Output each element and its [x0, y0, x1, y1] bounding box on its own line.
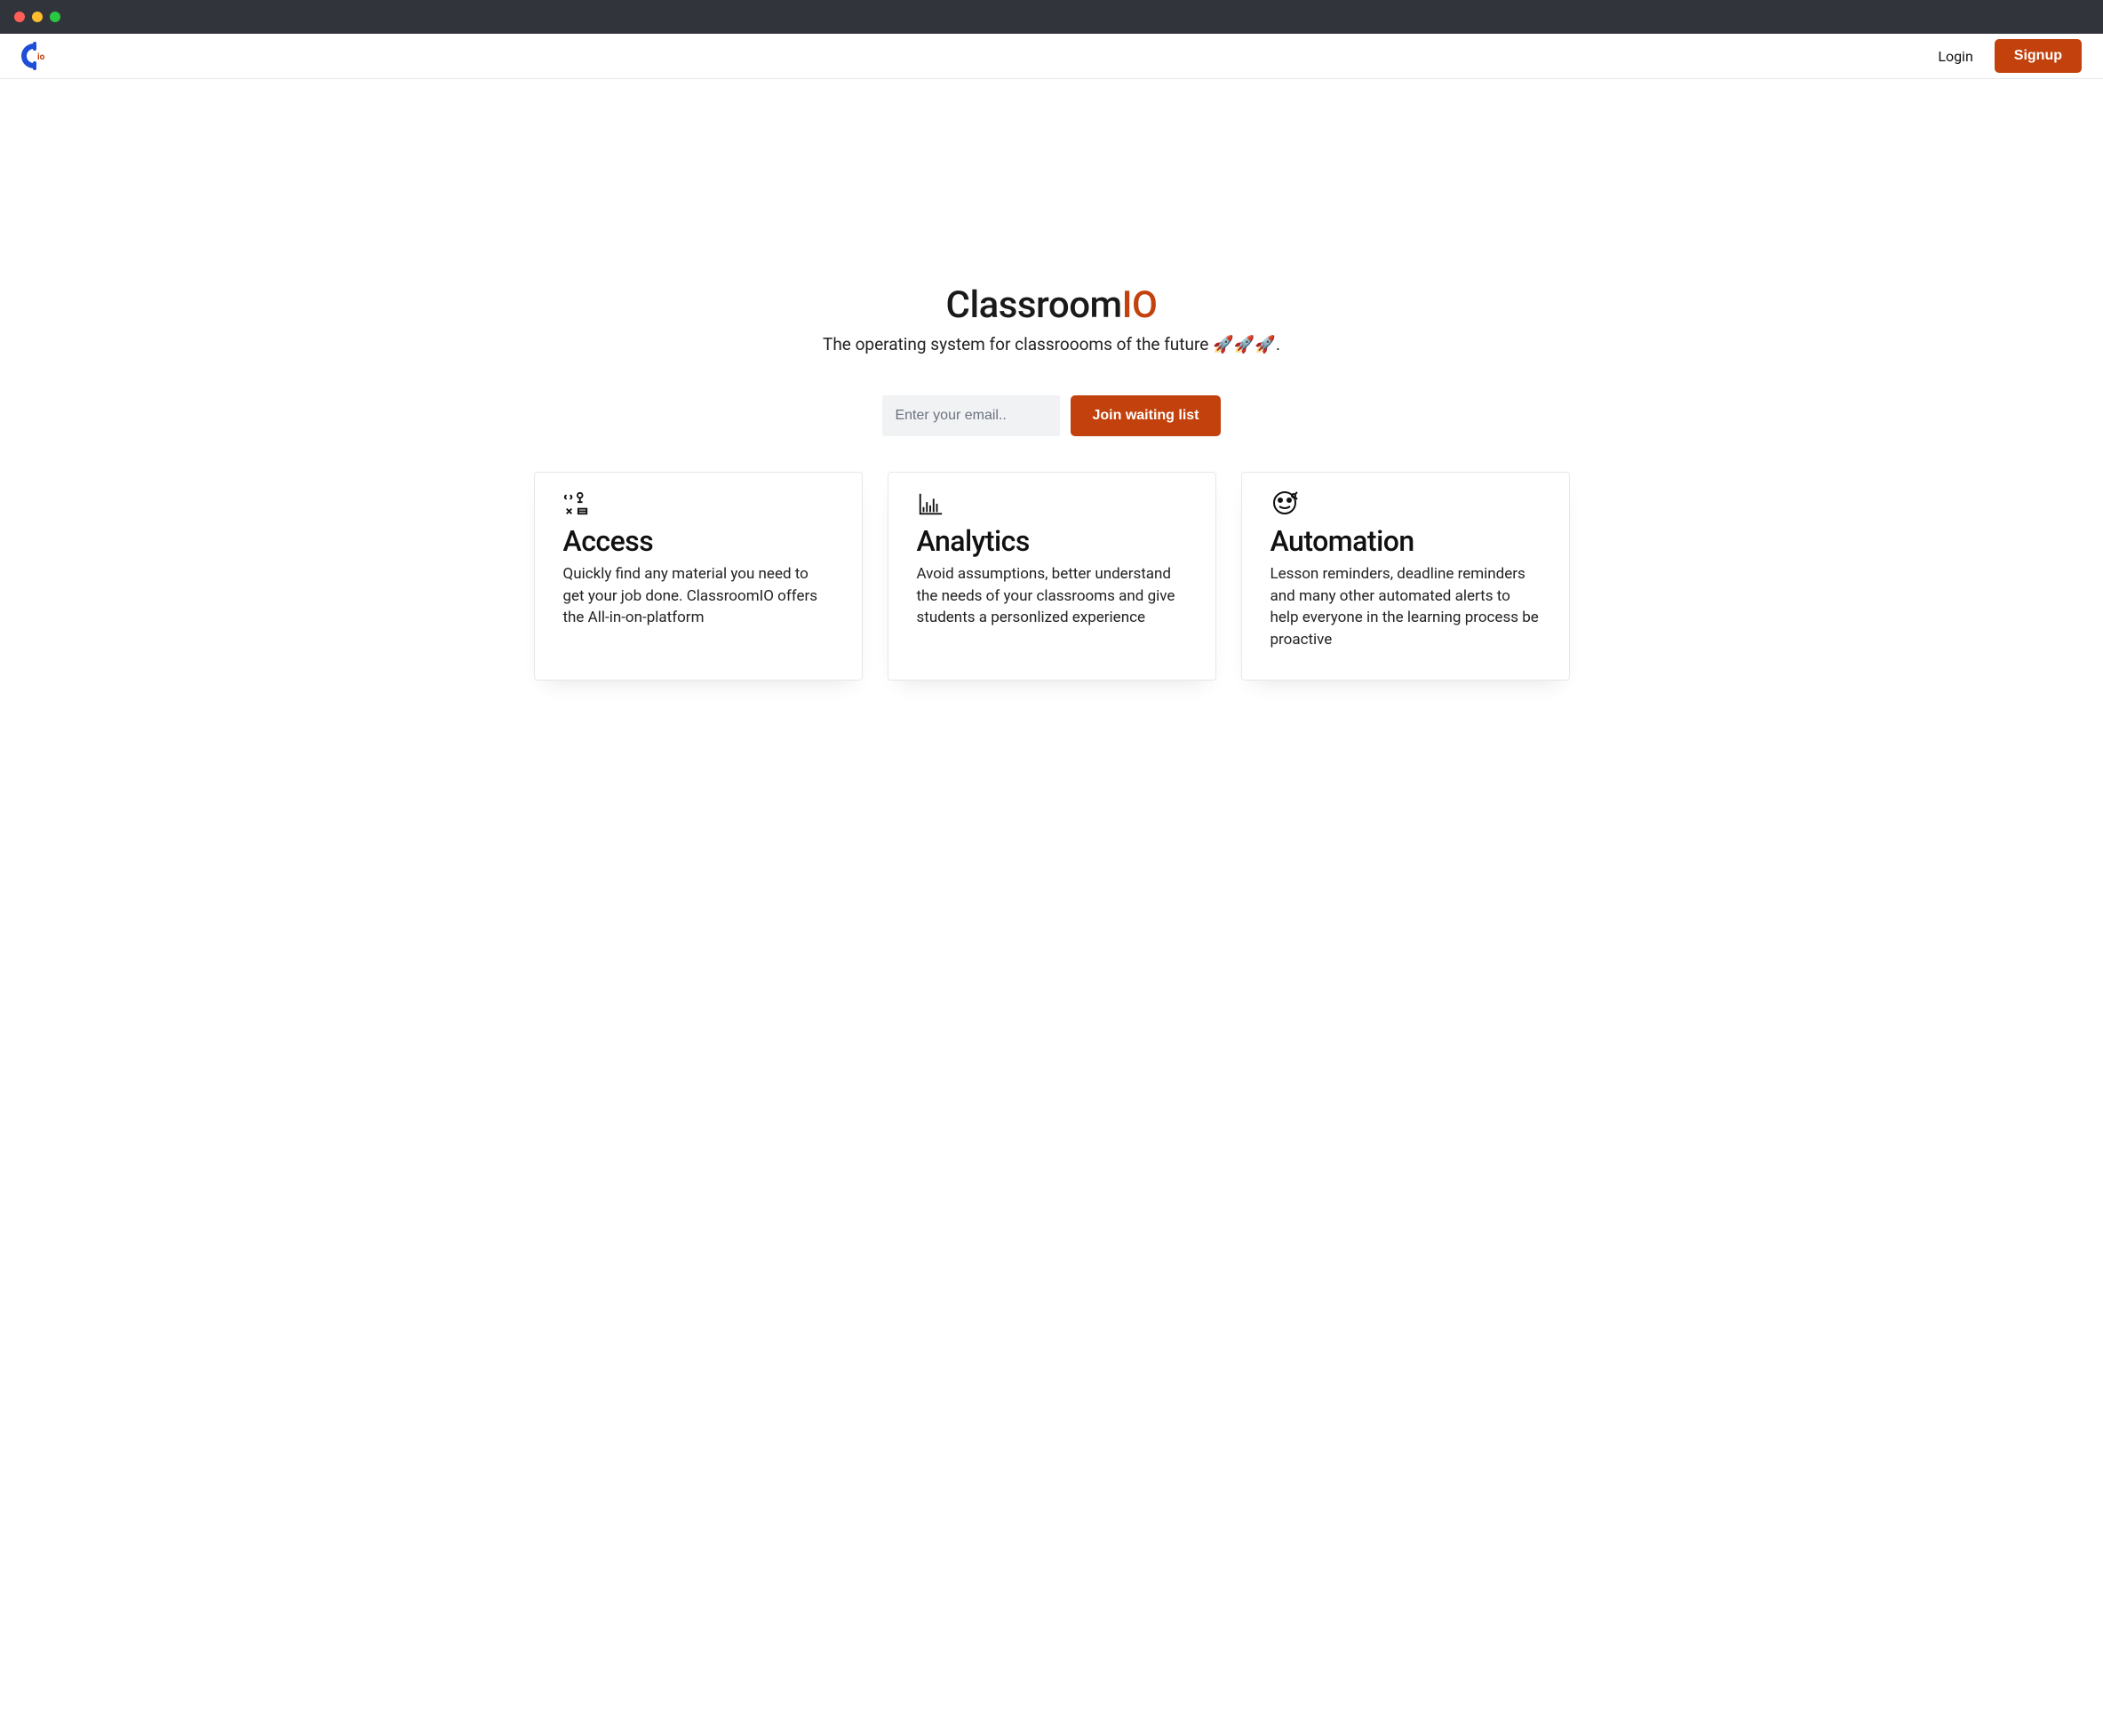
window-close-button[interactable]: [14, 12, 25, 22]
feature-title: Analytics: [917, 524, 1187, 558]
feature-desc: Quickly find any material you need to ge…: [563, 563, 833, 629]
signup-button[interactable]: Signup: [1995, 39, 2082, 73]
feature-card-automation: Automation Lesson reminders, deadline re…: [1241, 472, 1570, 681]
hero-subtitle: The operating system for classroooms of …: [823, 334, 1280, 354]
hero-title-accent: IO: [1122, 283, 1158, 327]
analytics-icon: [917, 490, 1187, 517]
site-header: io Login Signup: [0, 34, 2103, 79]
window-titlebar: [0, 0, 2103, 34]
logo[interactable]: io: [21, 42, 46, 70]
feature-card-analytics: Analytics Avoid assumptions, better unde…: [888, 472, 1216, 681]
window-minimize-button[interactable]: [32, 12, 43, 22]
hero-section: ClassroomIO The operating system for cla…: [0, 79, 2103, 436]
login-link[interactable]: Login: [1938, 48, 1972, 65]
nav-actions: Login Signup: [1938, 39, 2082, 73]
waitlist-form: Join waiting list: [882, 395, 1220, 436]
join-waitlist-button[interactable]: Join waiting list: [1071, 395, 1220, 436]
svg-text:io: io: [37, 52, 45, 62]
feature-card-access: Access Quickly find any material you nee…: [534, 472, 863, 681]
features-row: Access Quickly find any material you nee…: [0, 436, 2103, 681]
access-icon: [563, 490, 833, 517]
hero-title-prefix: Classroom: [946, 283, 1122, 327]
feature-title: Access: [563, 524, 833, 558]
logo-icon: io: [21, 42, 46, 70]
hero-title: ClassroomIO: [946, 283, 1158, 327]
feature-title: Automation: [1271, 524, 1541, 558]
window-maximize-button[interactable]: [50, 12, 60, 22]
feature-desc: Lesson reminders, deadline reminders and…: [1271, 563, 1541, 651]
automation-icon: [1271, 490, 1541, 517]
feature-desc: Avoid assumptions, better understand the…: [917, 563, 1187, 629]
email-input[interactable]: [882, 395, 1060, 436]
